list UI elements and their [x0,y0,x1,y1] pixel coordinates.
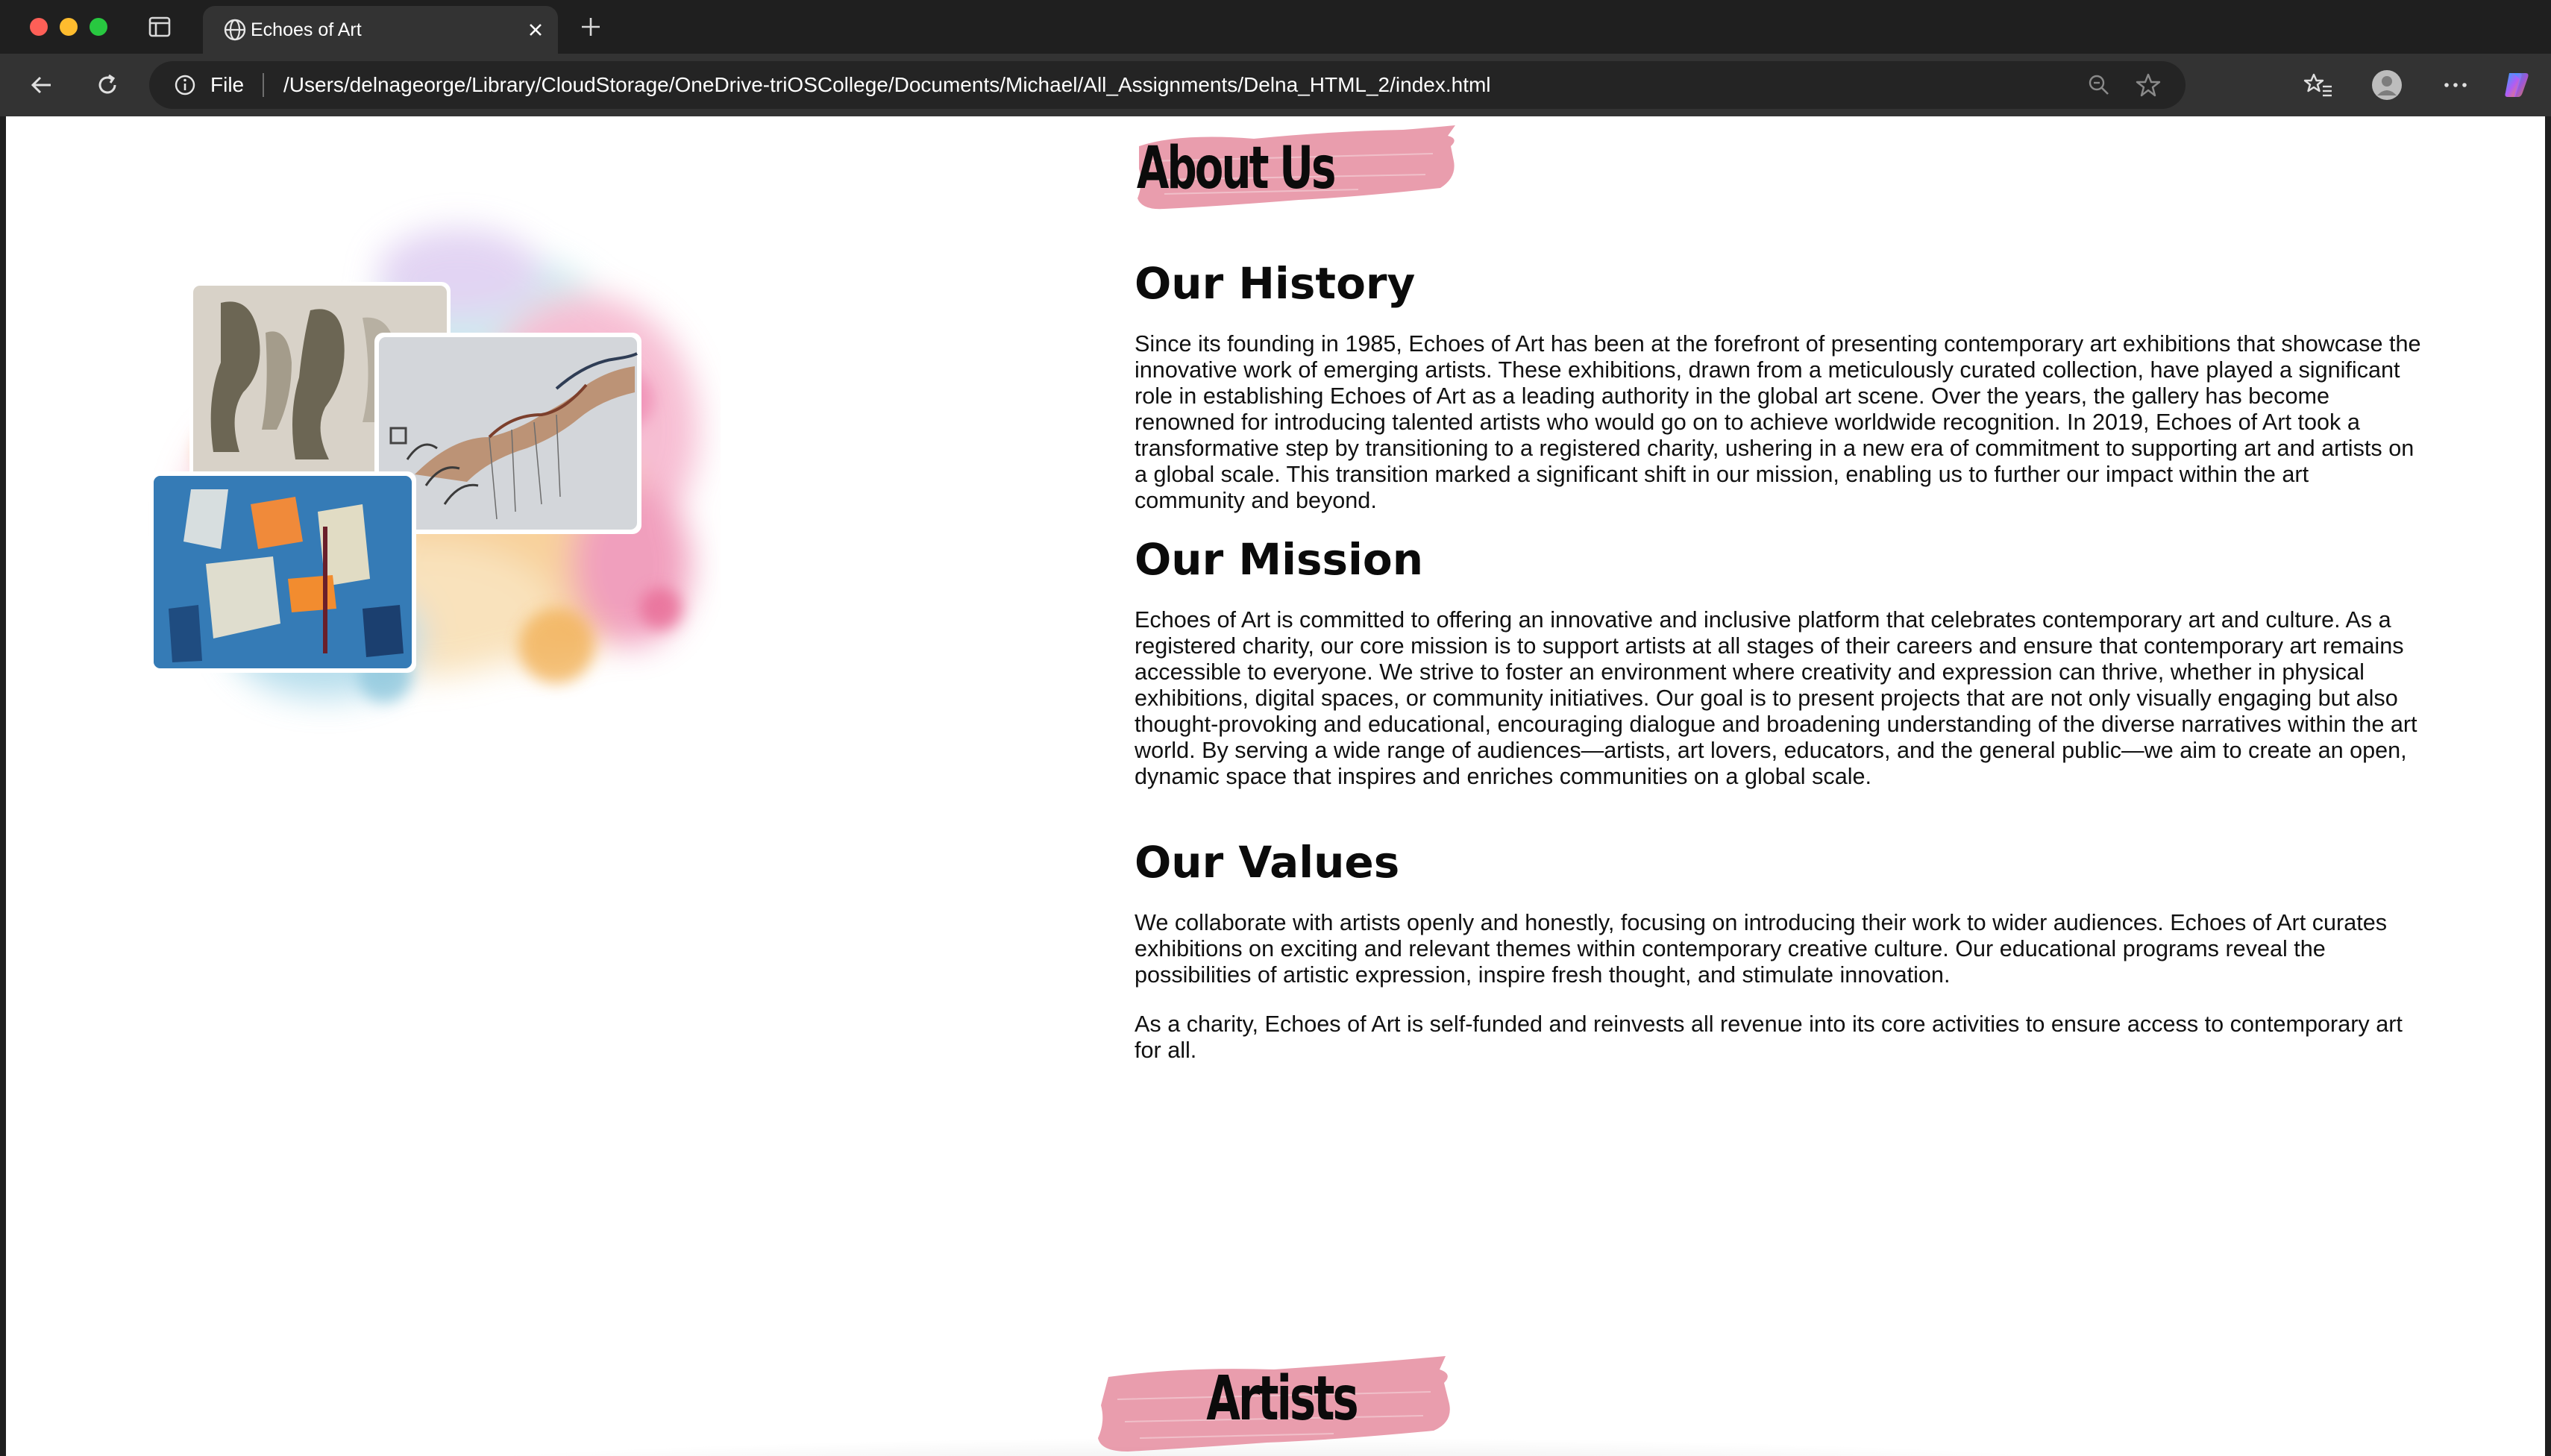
page-viewport: About Us Our History Since its founding … [6,116,2545,1456]
maximize-window-button[interactable] [90,18,107,36]
mission-paragraph: Echoes of Art is committed to offering a… [1135,607,2417,789]
minimize-window-button[interactable] [60,18,78,36]
values-heading: Our Values [1135,837,1400,888]
zoom-out-icon[interactable] [2087,73,2111,97]
favorites-icon[interactable] [2302,69,2335,101]
tab-title: Echoes of Art [251,19,362,40]
artists-heading: Artists [1206,1364,1359,1434]
values-paragraph-1: We collaborate with artists openly and h… [1135,910,2388,988]
copilot-icon[interactable] [2500,69,2533,101]
profile-avatar-icon[interactable] [2370,69,2403,101]
close-window-button[interactable] [30,18,48,36]
close-tab-icon[interactable] [524,18,547,42]
scheme-label: File [210,73,245,96]
history-heading: Our History [1135,258,1416,309]
back-arrow-icon[interactable] [25,69,58,101]
globe-icon [222,17,248,43]
active-tab[interactable]: Echoes of Art [203,6,558,54]
history-paragraph: Since its founding in 1985, Echoes of Ar… [1135,331,2421,513]
artists-section-header: Artists [1095,1347,1468,1456]
values-paragraph-2: As a charity, Echoes of Art is self-fund… [1135,1011,2403,1063]
address-separator [263,73,264,97]
new-tab-icon[interactable] [576,12,606,42]
about-us-heading: About Us [1136,135,1337,202]
site-info-icon[interactable] [173,73,197,97]
more-options-icon[interactable] [2439,69,2472,101]
browser-toolbar: File /Users/delnageorge/Library/CloudSto… [0,54,2551,116]
tab-actions-icon[interactable] [146,13,173,40]
mission-heading: Our Mission [1135,534,1424,585]
url-text[interactable]: /Users/delnageorge/Library/CloudStorage/… [283,61,1491,109]
favorite-star-icon[interactable] [2135,72,2162,98]
reload-icon[interactable] [91,69,124,101]
address-bar[interactable]: File /Users/delnageorge/Library/CloudSto… [149,61,2186,109]
art-collage-image [139,191,721,758]
browser-tab-strip: Echoes of Art [0,0,2551,54]
